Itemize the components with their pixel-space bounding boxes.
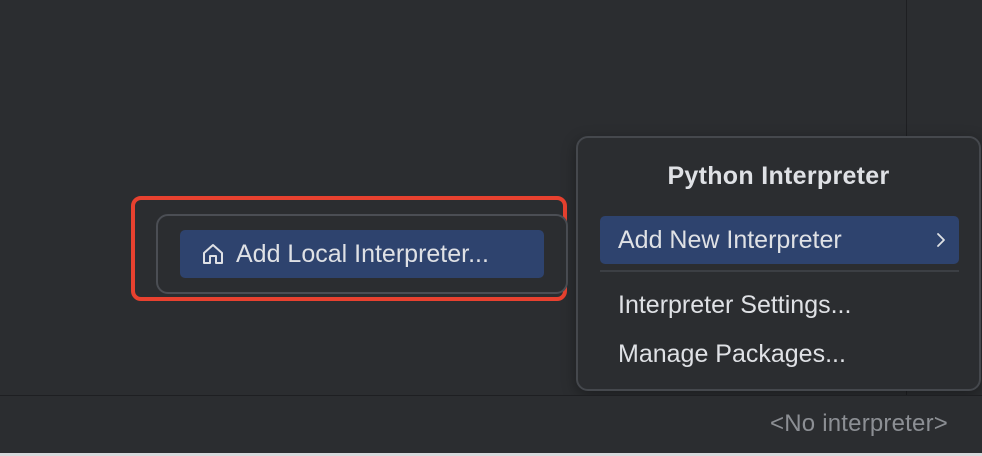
add-local-interpreter-button[interactable]: Add Local Interpreter... bbox=[180, 230, 544, 278]
menu-separator bbox=[600, 270, 959, 272]
add-local-interpreter-popup: Add Local Interpreter... bbox=[156, 214, 568, 294]
menu-item-label: Interpreter Settings... bbox=[618, 290, 852, 319]
menu-item-label: Add New Interpreter bbox=[618, 225, 842, 254]
status-bar: <No interpreter> bbox=[0, 395, 982, 456]
python-interpreter-popup: Python Interpreter Add New Interpreter I… bbox=[576, 136, 981, 391]
menu-item-add-new-interpreter[interactable]: Add New Interpreter bbox=[600, 216, 959, 264]
chevron-right-icon bbox=[933, 228, 949, 252]
add-local-interpreter-label: Add Local Interpreter... bbox=[236, 239, 489, 268]
status-interpreter-widget[interactable]: <No interpreter> bbox=[770, 410, 948, 438]
popup-title: Python Interpreter bbox=[667, 162, 890, 190]
menu-item-manage-packages[interactable]: Manage Packages... bbox=[600, 330, 959, 378]
home-icon bbox=[200, 241, 226, 267]
menu-item-label: Manage Packages... bbox=[618, 339, 846, 368]
ide-window: Add Local Interpreter... Python Interpre… bbox=[0, 0, 982, 456]
menu-item-interpreter-settings[interactable]: Interpreter Settings... bbox=[600, 281, 959, 329]
